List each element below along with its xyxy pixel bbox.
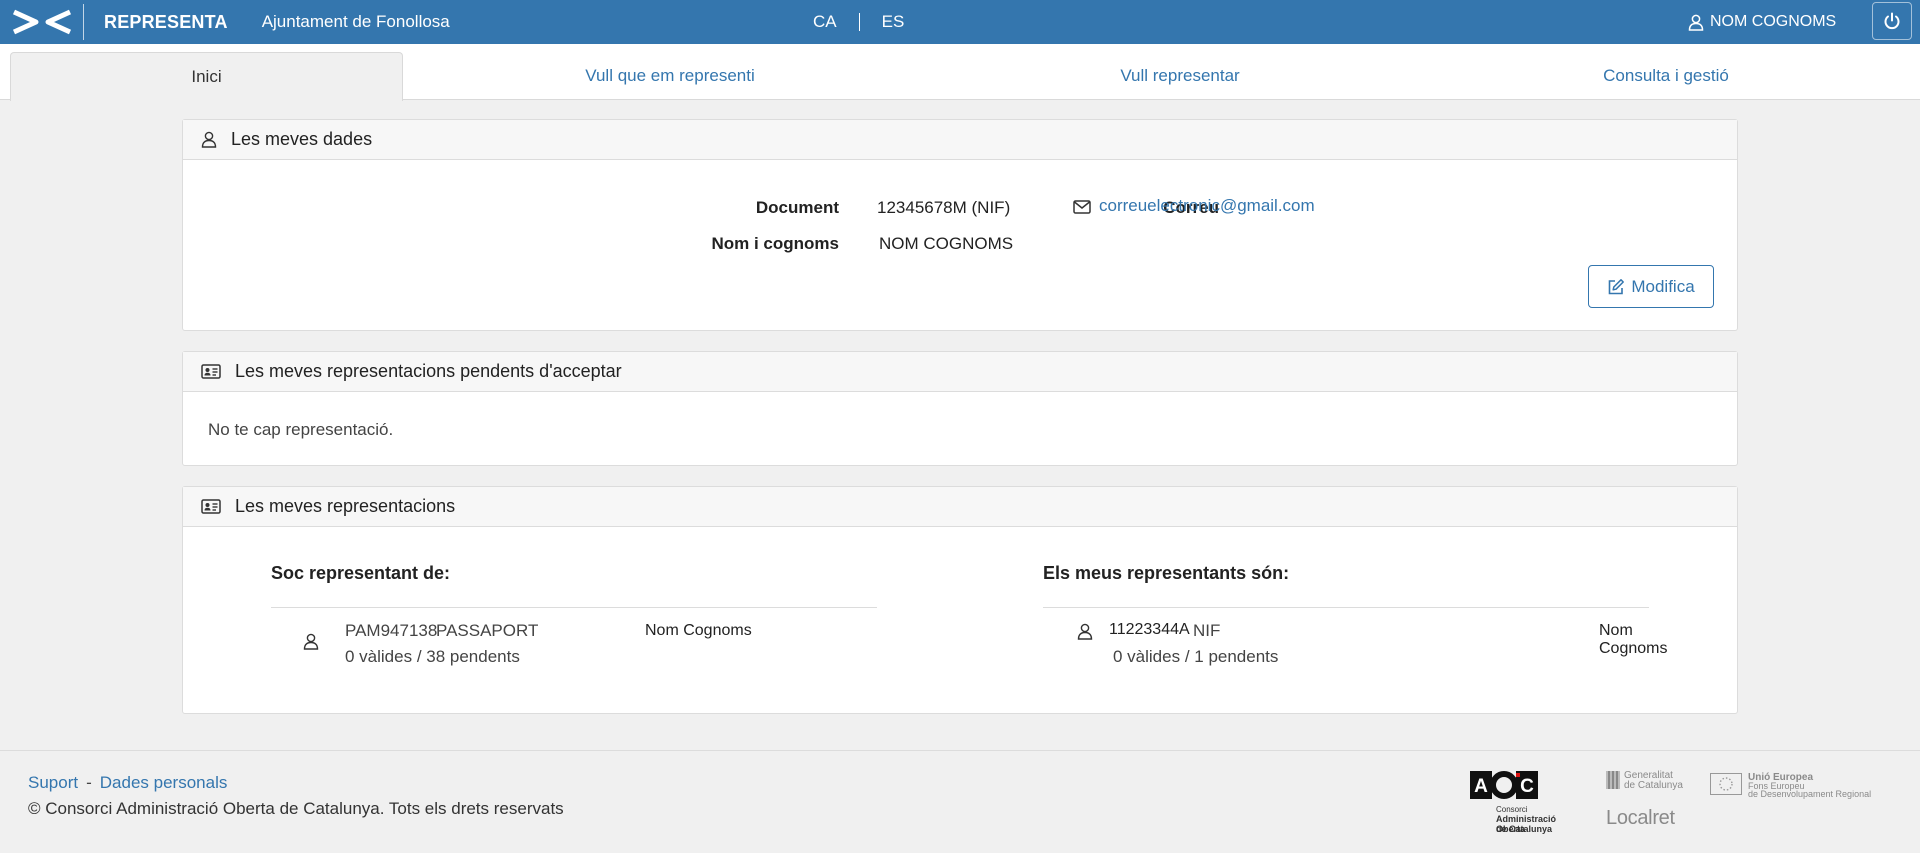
card-title: Les meves representacions pendents d'acc… bbox=[235, 361, 622, 381]
card-title: Les meves dades bbox=[231, 129, 373, 149]
link-separator: - bbox=[86, 773, 92, 792]
copyright-text: © Consorci Administració Oberta de Catal… bbox=[28, 799, 564, 818]
tab-consulta-i-gestio[interactable]: Consulta i gestió bbox=[1466, 52, 1866, 100]
divider bbox=[271, 607, 877, 608]
link-dades-personals[interactable]: Dades personals bbox=[100, 773, 228, 792]
represented-counts: 0 vàlides / 38 pendents bbox=[345, 647, 520, 666]
top-bar: REPRESENTA Ajuntament de Fonollosa CA ES… bbox=[0, 0, 1920, 44]
user-icon bbox=[201, 131, 217, 148]
envelope-icon bbox=[1073, 200, 1091, 214]
card-title: Les meves representacions bbox=[235, 496, 456, 516]
aoc-logo-icon: A C bbox=[1470, 771, 1538, 799]
footer-links: Suport - Dades personals bbox=[28, 773, 227, 793]
tab-vull-que-em-representi[interactable]: Vull que em representi bbox=[470, 52, 870, 100]
pending-header: Les meves representacions pendents d'acc… bbox=[183, 352, 1737, 392]
power-icon bbox=[1884, 12, 1900, 30]
localret-logo: Localret bbox=[1606, 807, 1675, 829]
representations-header: Les meves representacions bbox=[183, 487, 1737, 527]
logout-button[interactable] bbox=[1872, 2, 1912, 40]
user-icon bbox=[1688, 14, 1704, 31]
represented-name: Nom Cognoms bbox=[645, 622, 752, 639]
my-data-card: Les meves dades Document 12345678M (NIF)… bbox=[182, 119, 1738, 331]
main-tabs: Inici Vull que em representi Vull repres… bbox=[0, 44, 1920, 101]
language-switcher: CA ES bbox=[813, 0, 904, 44]
id-card-icon bbox=[201, 499, 221, 514]
modifica-button[interactable]: Modifica bbox=[1588, 265, 1714, 308]
aoc-sub-3: de Catalunya bbox=[1496, 824, 1553, 834]
tab-inici[interactable]: Inici bbox=[10, 52, 403, 101]
user-name: NOM COGNOMS bbox=[1710, 13, 1837, 30]
organization-name: Ajuntament de Fonollosa bbox=[261, 12, 450, 31]
representative-counts: 0 vàlides / 1 pendents bbox=[1113, 647, 1279, 666]
represented-doc-type: PASSAPORT bbox=[436, 621, 539, 640]
ue-logo: Unió Europea Fons Europeu de Desenvolupa… bbox=[1710, 773, 1890, 799]
name-value: NOM COGNOMS bbox=[879, 234, 1014, 253]
representa-logo-icon bbox=[12, 9, 71, 35]
representations-card: Les meves representacions Soc representa… bbox=[182, 486, 1738, 714]
email-link[interactable]: correuelectronic@gmail.com bbox=[1099, 196, 1315, 216]
representative-name: Nom Cognoms bbox=[1599, 622, 1668, 657]
tab-vull-representar[interactable]: Vull representar bbox=[980, 52, 1380, 100]
id-card-icon bbox=[201, 364, 221, 379]
pending-empty-text: No te cap representació. bbox=[208, 420, 394, 439]
my-data-header: Les meves dades bbox=[183, 120, 1737, 160]
link-suport[interactable]: Suport bbox=[28, 773, 78, 792]
app-logo[interactable] bbox=[0, 4, 84, 40]
generalitat-line-2: de Catalunya bbox=[1624, 780, 1683, 791]
representatives-heading: Els meus representants són: bbox=[1043, 563, 1290, 583]
representative-doc-type: NIF bbox=[1193, 621, 1221, 640]
represented-id: PAM947138 bbox=[345, 621, 438, 640]
represented-heading: Soc representant de: bbox=[271, 563, 451, 583]
brand-name[interactable]: REPRESENTA bbox=[104, 12, 228, 33]
generalitat-logo: Generalitat de Catalunya bbox=[1606, 771, 1686, 795]
modifica-label: Modifica bbox=[1631, 276, 1695, 296]
lang-ca[interactable]: CA bbox=[813, 12, 837, 32]
pending-card: Les meves representacions pendents d'acc… bbox=[182, 351, 1738, 466]
generalitat-stripes-icon bbox=[1606, 771, 1620, 789]
svg-text:C: C bbox=[1520, 776, 1534, 797]
represented-item[interactable]: PAM947138 PASSAPORT Nom Cognoms 0 vàlide… bbox=[303, 621, 803, 675]
footer: Suport - Dades personals © Consorci Admini… bbox=[0, 750, 1920, 853]
lang-es[interactable]: ES bbox=[882, 12, 905, 32]
document-label: Document bbox=[755, 198, 839, 217]
user-menu[interactable]: NOM COGNOMS bbox=[1688, 0, 1836, 44]
user-icon bbox=[1077, 623, 1093, 640]
edit-icon bbox=[1609, 278, 1625, 294]
lang-separator bbox=[858, 13, 860, 31]
divider bbox=[1043, 607, 1649, 608]
aoc-logo: A C Consorci Administració Oberta de Cat… bbox=[1470, 771, 1580, 837]
representative-id: 11223344A bbox=[1109, 621, 1190, 638]
name-label: Nom i cognoms bbox=[711, 234, 839, 253]
svg-text:A: A bbox=[1474, 776, 1488, 797]
eu-flag-icon bbox=[1710, 773, 1742, 795]
document-number: 12345678M (NIF) bbox=[877, 198, 1011, 217]
ue-line-3: de Desenvolupament Regional bbox=[1748, 789, 1872, 799]
representative-item[interactable]: 11223344A NIF Nom Cognoms 0 vàlides / 1 … bbox=[1077, 621, 1667, 675]
user-icon bbox=[303, 633, 319, 650]
